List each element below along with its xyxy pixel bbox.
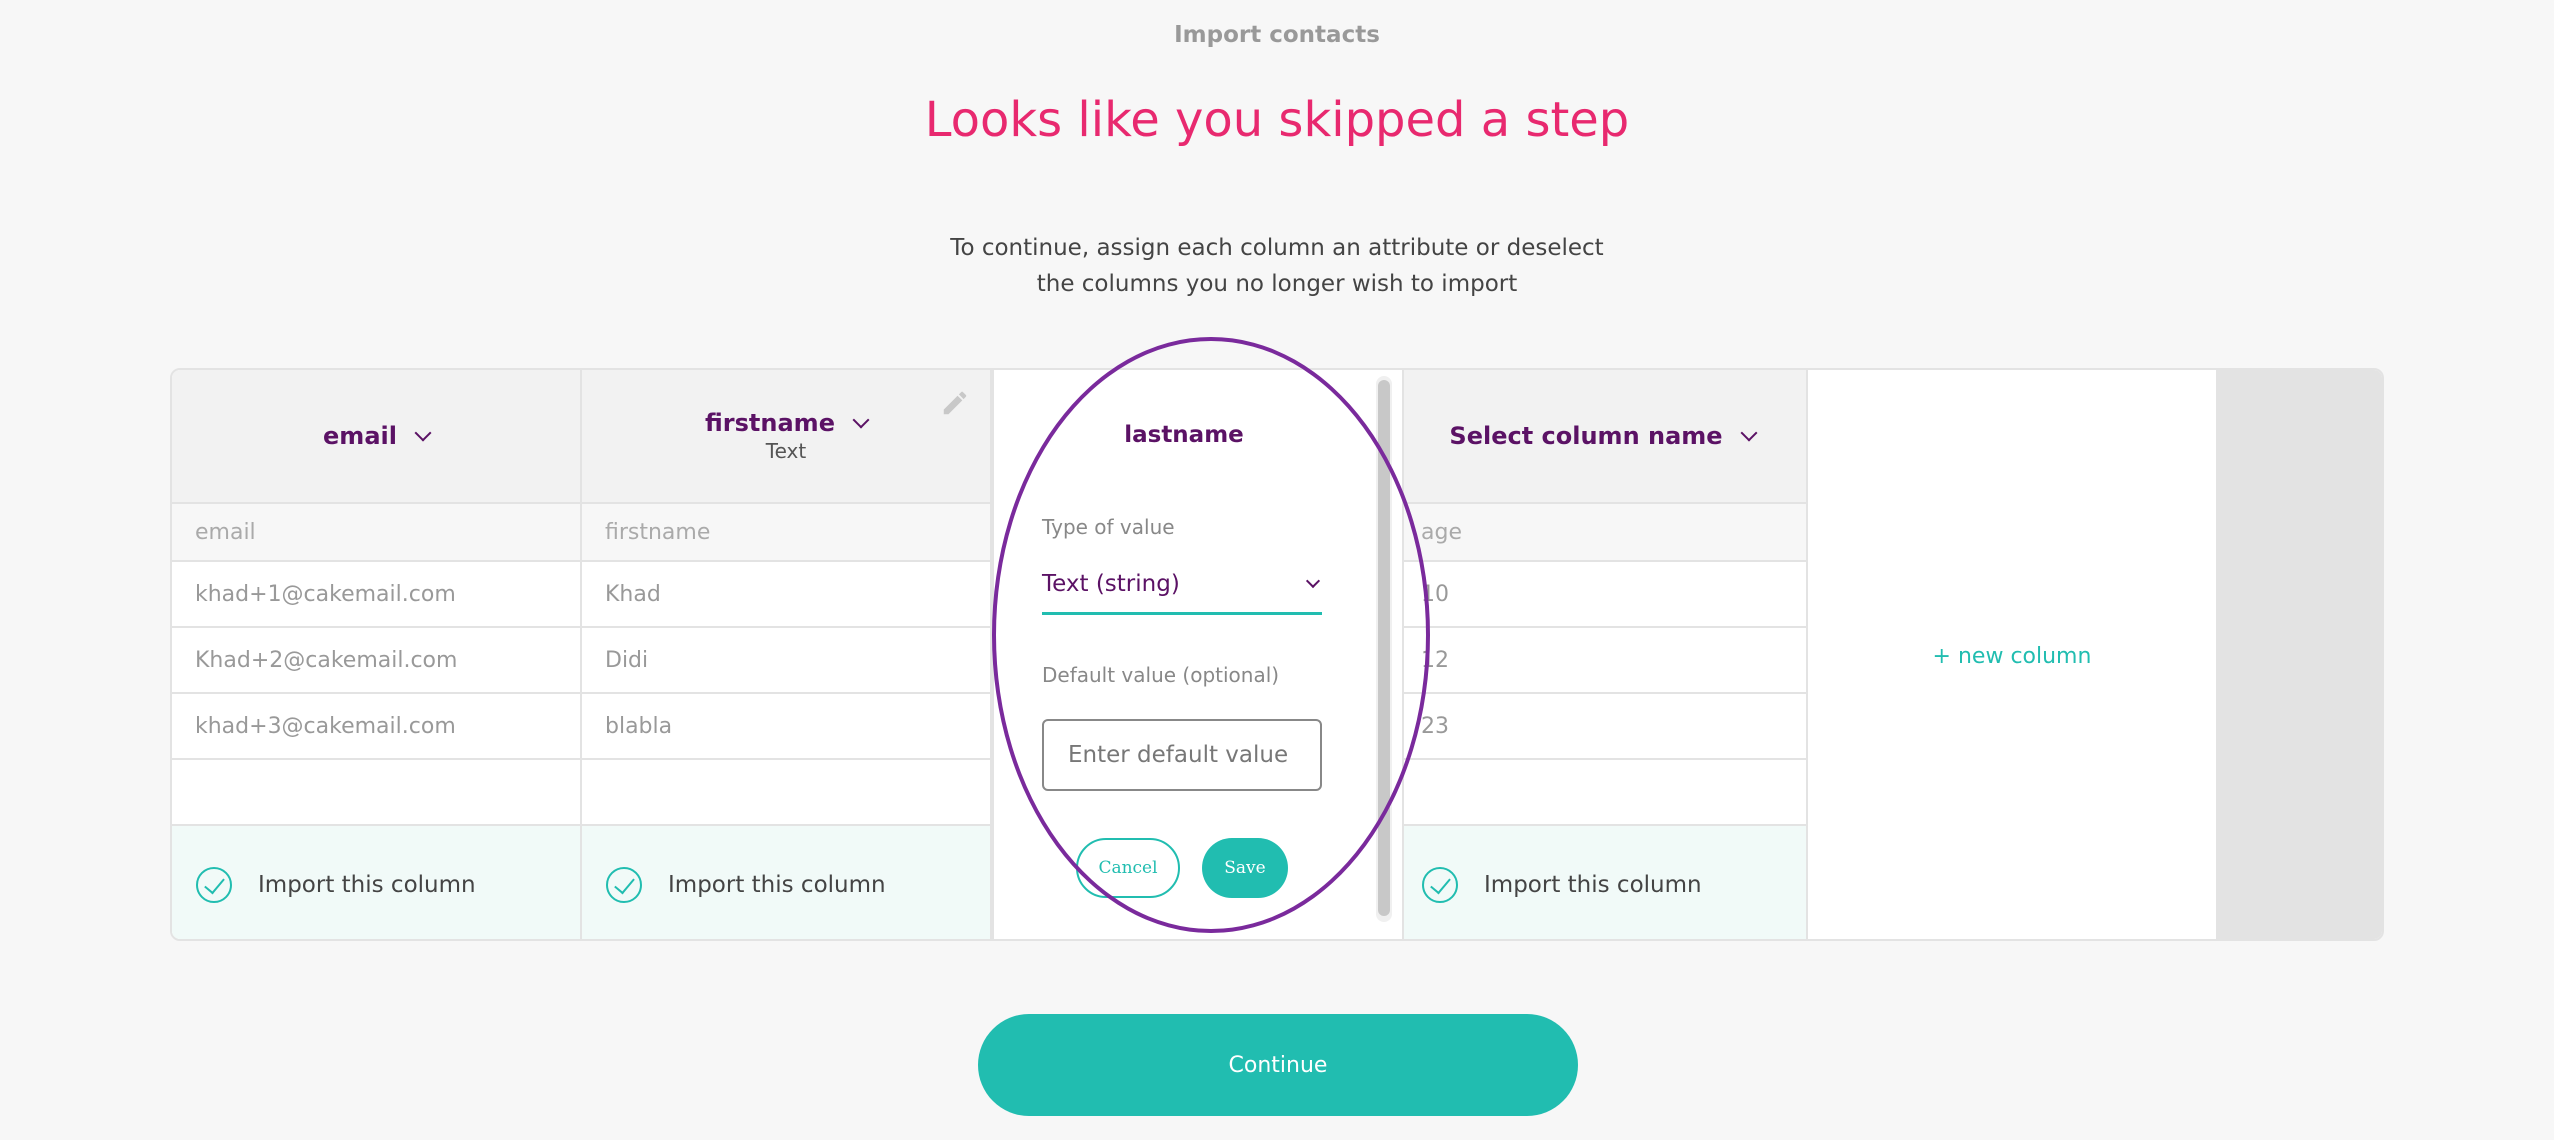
table-cell: blabla <box>582 694 990 760</box>
column-header[interactable]: Select column name <box>1398 370 1806 504</box>
column-mapped-name: Select column name <box>1449 422 1723 450</box>
default-value-input[interactable] <box>1042 719 1322 791</box>
import-label: Import this column <box>1484 871 1702 898</box>
table-cell <box>582 760 990 826</box>
column-mapped-name: email <box>323 422 397 450</box>
check-circle-icon[interactable] <box>606 866 642 903</box>
import-column-toggle[interactable]: Import this column <box>1398 826 1806 939</box>
column-type: Text <box>765 439 807 463</box>
table-cell: Didi <box>582 628 990 694</box>
breadcrumb: Import contacts <box>1174 22 1380 48</box>
type-of-value-label: Type of value <box>1042 515 1175 539</box>
chevron-down-icon[interactable] <box>414 424 432 442</box>
check-circle-icon[interactable] <box>196 866 232 903</box>
chevron-down-icon <box>1305 573 1321 588</box>
source-header: age <box>1398 504 1806 562</box>
table-cell <box>172 760 580 826</box>
import-label: Import this column <box>668 871 886 898</box>
chevron-down-icon[interactable] <box>852 411 870 429</box>
table-cell: khad+1@cakemail.com <box>172 562 580 628</box>
chevron-down-icon[interactable] <box>1740 424 1758 442</box>
table-cell: khad+3@cakemail.com <box>172 694 580 760</box>
cancel-button[interactable]: Cancel <box>1076 838 1180 898</box>
instructions-line-2: the columns you no longer wish to import <box>1036 271 1518 297</box>
continue-button[interactable]: Continue <box>978 1014 1578 1116</box>
column-header[interactable]: firstname Text <box>582 370 990 504</box>
type-of-value-select[interactable]: Text (string) <box>1042 555 1322 615</box>
table-cell: 10 <box>1398 562 1806 628</box>
save-button[interactable]: Save <box>1202 838 1288 898</box>
page-title: Looks like you skipped a step <box>924 92 1630 148</box>
column-header[interactable]: email <box>172 370 580 504</box>
column-edit-popover: lastname Type of value Text (string) Def… <box>992 370 1404 939</box>
pencil-icon[interactable] <box>940 388 970 418</box>
default-value-label: Default value (optional) <box>1042 663 1280 687</box>
placeholder-column <box>2218 370 2382 939</box>
instructions-line-1: To continue, assign each column an attri… <box>950 235 1604 261</box>
new-column-link[interactable]: + new column <box>1808 370 2218 939</box>
import-column-toggle[interactable]: Import this column <box>582 826 990 939</box>
column-age: Select column name age 10 12 23 Import t… <box>1398 370 1808 939</box>
column-email: email email khad+1@cakemail.com Khad+2@c… <box>172 370 582 939</box>
column-mapped-name: firstname <box>705 409 835 437</box>
scrollbar-thumb[interactable] <box>1378 380 1390 916</box>
column-mapping-table: email email khad+1@cakemail.com Khad+2@c… <box>170 368 2384 941</box>
table-cell: 12 <box>1398 628 1806 694</box>
import-label: Import this column <box>258 871 476 898</box>
popover-title: lastname <box>1124 422 1244 448</box>
source-header: firstname <box>582 504 990 562</box>
table-cell <box>1398 760 1806 826</box>
table-cell: Khad <box>582 562 990 628</box>
check-circle-icon[interactable] <box>1422 866 1458 903</box>
instructions: To continue, assign each column an attri… <box>0 230 2554 302</box>
table-cell: Khad+2@cakemail.com <box>172 628 580 694</box>
type-of-value-selected: Text (string) <box>1042 570 1180 597</box>
popover-scrollbar[interactable] <box>1376 376 1392 922</box>
column-firstname: firstname Text firstname Khad Didi blabl… <box>582 370 992 939</box>
import-column-toggle[interactable]: Import this column <box>172 826 580 939</box>
table-cell: 23 <box>1398 694 1806 760</box>
source-header: email <box>172 504 580 562</box>
